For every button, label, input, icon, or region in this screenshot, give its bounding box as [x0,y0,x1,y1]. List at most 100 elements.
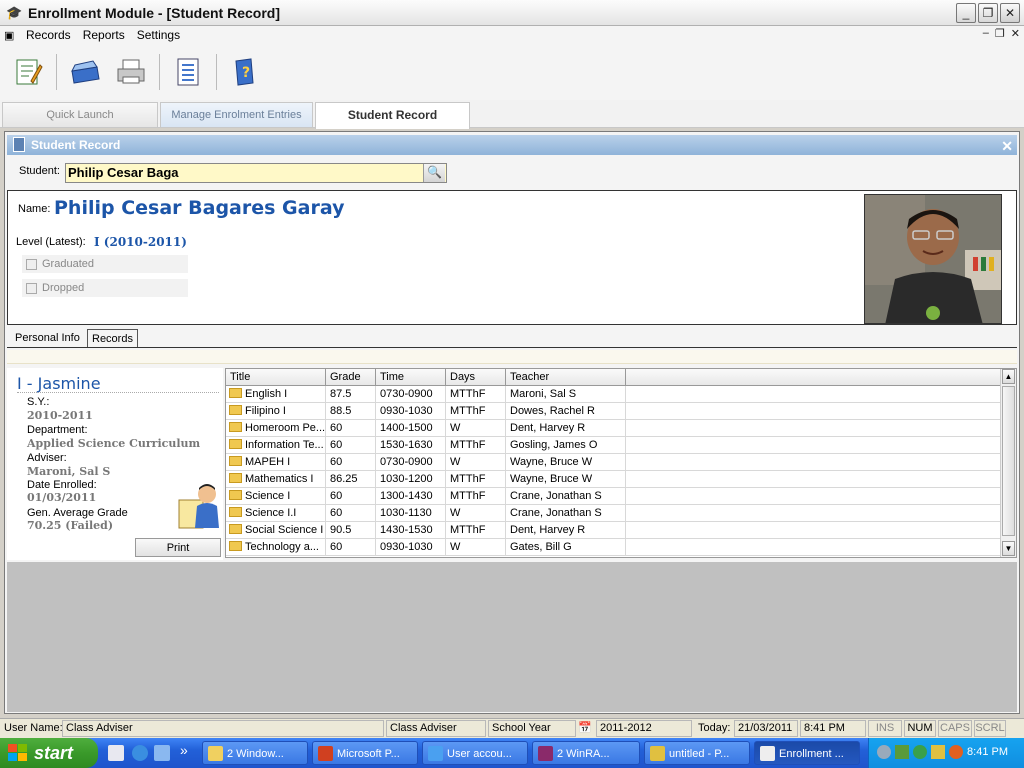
users-icon[interactable] [931,745,945,759]
column-days[interactable]: Days [446,369,506,385]
cell-text: 60 [330,422,343,434]
cell-text: Dowes, Rachel R [510,405,595,417]
tab-manage-enrolment[interactable]: Manage Enrolment Entries [160,102,313,127]
table-cell: Dent, Harvey R [506,420,626,437]
tray-arrow-icon[interactable] [877,745,891,759]
grid-scrollbar[interactable]: ▲ ▼ [1000,369,1016,557]
table-row[interactable]: Social Science I 90.5 1430-1530 MTThF Dent, … [226,522,1001,539]
cell-text: 0930-1030 [380,541,433,553]
taskbar-windows[interactable]: 2 Window... [202,741,308,765]
print-button[interactable]: Print [135,538,221,557]
table-cell: MTThF [446,437,506,454]
cell-text: 1030-1200 [380,473,433,485]
student-photo [864,194,1002,324]
table-row[interactable]: Filipino I 88.5 0930-1030 MTThF Dowes, Rache… [226,403,1001,420]
school-year-label: School Year [488,720,576,737]
app-tray-icon[interactable] [949,745,963,759]
table-row[interactable]: Technology a... 60 0930-1030 W Gates, Bill G [226,539,1001,556]
tab-records[interactable]: Records [87,329,138,347]
table-cell: 0930-1030 [376,539,446,556]
scroll-down-icon[interactable]: ▼ [1002,541,1015,556]
cell-text: MTThF [450,388,486,400]
column-teacher[interactable]: Teacher [506,369,626,385]
table-cell: Dowes, Rachel R [506,403,626,420]
ie-icon[interactable] [132,745,148,761]
tab-quick-launch[interactable]: Quick Launch [2,102,158,127]
taskbar-powerpoint[interactable]: Microsoft P... [312,741,418,765]
mdi-minimize-button[interactable]: – [983,27,989,40]
empty-area [7,562,1017,712]
cell-text: Homeroom Pe... [245,422,326,434]
adviser-label: Adviser: [27,452,67,464]
table-cell-filler [626,539,1001,556]
powerpoint-icon [318,746,333,761]
panel-close-icon[interactable]: ✕ [1001,136,1013,156]
notepad-icon[interactable] [108,745,124,761]
search-icon[interactable]: 🔍 [423,164,445,182]
taskbar-paint[interactable]: untitled - P... [644,741,750,765]
start-button[interactable]: start [0,738,98,768]
class-summary-card: I - Jasmine S.Y.: 2010-2011 Department: … [7,368,223,560]
network-icon[interactable] [895,745,909,759]
table-row[interactable]: Homeroom Pe... 60 1400-1500 W Dent, Harvey R [226,420,1001,437]
cell-text: 1030-1130 [380,507,432,519]
printer-icon[interactable] [113,54,149,90]
scroll-thumb[interactable] [1002,386,1015,536]
menu-reports[interactable]: Reports [77,28,131,42]
restore-button[interactable]: ❐ [978,3,998,23]
scanner-icon[interactable] [67,54,103,90]
taskbar-user-accounts[interactable]: User accou... [422,741,528,765]
tab-personal-info[interactable]: Personal Info [11,329,84,347]
folder-icon [229,405,242,415]
cell-text: Maroni, Sal S [510,388,577,400]
cell-text: Information Te... [245,439,324,451]
cell-text: Dent, Harvey R [510,422,586,434]
table-row[interactable]: Science I.I 60 1030-1130 W Crane, Jonathan S [226,505,1001,522]
antivirus-icon[interactable] [913,745,927,759]
table-row[interactable]: Science I 60 1300-1430 MTThF Crane, Jonathan… [226,488,1001,505]
scroll-up-icon[interactable]: ▲ [1002,369,1015,384]
app-menu-icon[interactable]: ▣ [4,29,20,42]
sy-value: 2010-2011 [27,409,93,422]
table-cell: 60 [326,505,376,522]
table-cell: 0930-1030 [376,403,446,420]
taskbar-winrar[interactable]: 2 WinRA... [532,741,640,765]
level-value: I (2010-2011) [94,235,187,249]
tab-student-record[interactable]: Student Record [315,102,470,129]
checkbox-box [26,259,37,270]
school-year-value: 2011-2012 [596,720,692,737]
mdi-restore-button[interactable]: ❐ [995,27,1005,40]
table-cell: 1400-1500 [376,420,446,437]
table-row[interactable]: MAPEH I 60 0730-0900 W Wayne, Bruce W [226,454,1001,471]
table-row[interactable]: Information Te... 60 1530-1630 MTThF Gosling… [226,437,1001,454]
list-icon[interactable] [170,54,206,90]
taskbar-enrollment[interactable]: Enrollment ... [754,741,860,765]
minimize-button[interactable]: _ [956,3,976,23]
cell-text: Filipino I [245,405,286,417]
help-book-icon[interactable]: ? [227,54,263,90]
graduated-checkbox[interactable]: Graduated [22,255,188,273]
system-tray: 8:41 PM [868,738,1024,768]
menu-records[interactable]: Records [20,28,77,42]
close-button[interactable]: ✕ [1000,3,1020,23]
table-row[interactable]: Mathematics I 86.25 1030-1200 MTThF Wayne, B… [226,471,1001,488]
browser-icon[interactable] [154,745,170,761]
table-cell: 90.5 [326,522,376,539]
column-grade[interactable]: Grade [326,369,376,385]
table-row[interactable]: English I 87.5 0730-0900 MTThF Maroni, Sal S [226,386,1001,403]
folder-icon [229,422,242,432]
student-search-input[interactable]: Philip Cesar Baga 🔍 [65,163,447,183]
table-cell: 1530-1630 [376,437,446,454]
mdi-close-button[interactable]: ✕ [1011,27,1020,40]
edit-icon[interactable] [10,54,46,90]
column-time[interactable]: Time [376,369,446,385]
more-icon[interactable]: » [180,742,188,758]
menu-settings[interactable]: Settings [131,28,186,42]
calendar-icon: 📅 [578,722,592,734]
level-label: Level (Latest): [16,236,86,248]
cell-text: 60 [330,490,343,502]
cell-text: 0730-0900 [380,388,433,400]
title-bar: 🎓 Enrollment Module - [Student Record] _… [0,0,1024,26]
column-title[interactable]: Title [226,369,326,385]
dropped-checkbox[interactable]: Dropped [22,279,188,297]
